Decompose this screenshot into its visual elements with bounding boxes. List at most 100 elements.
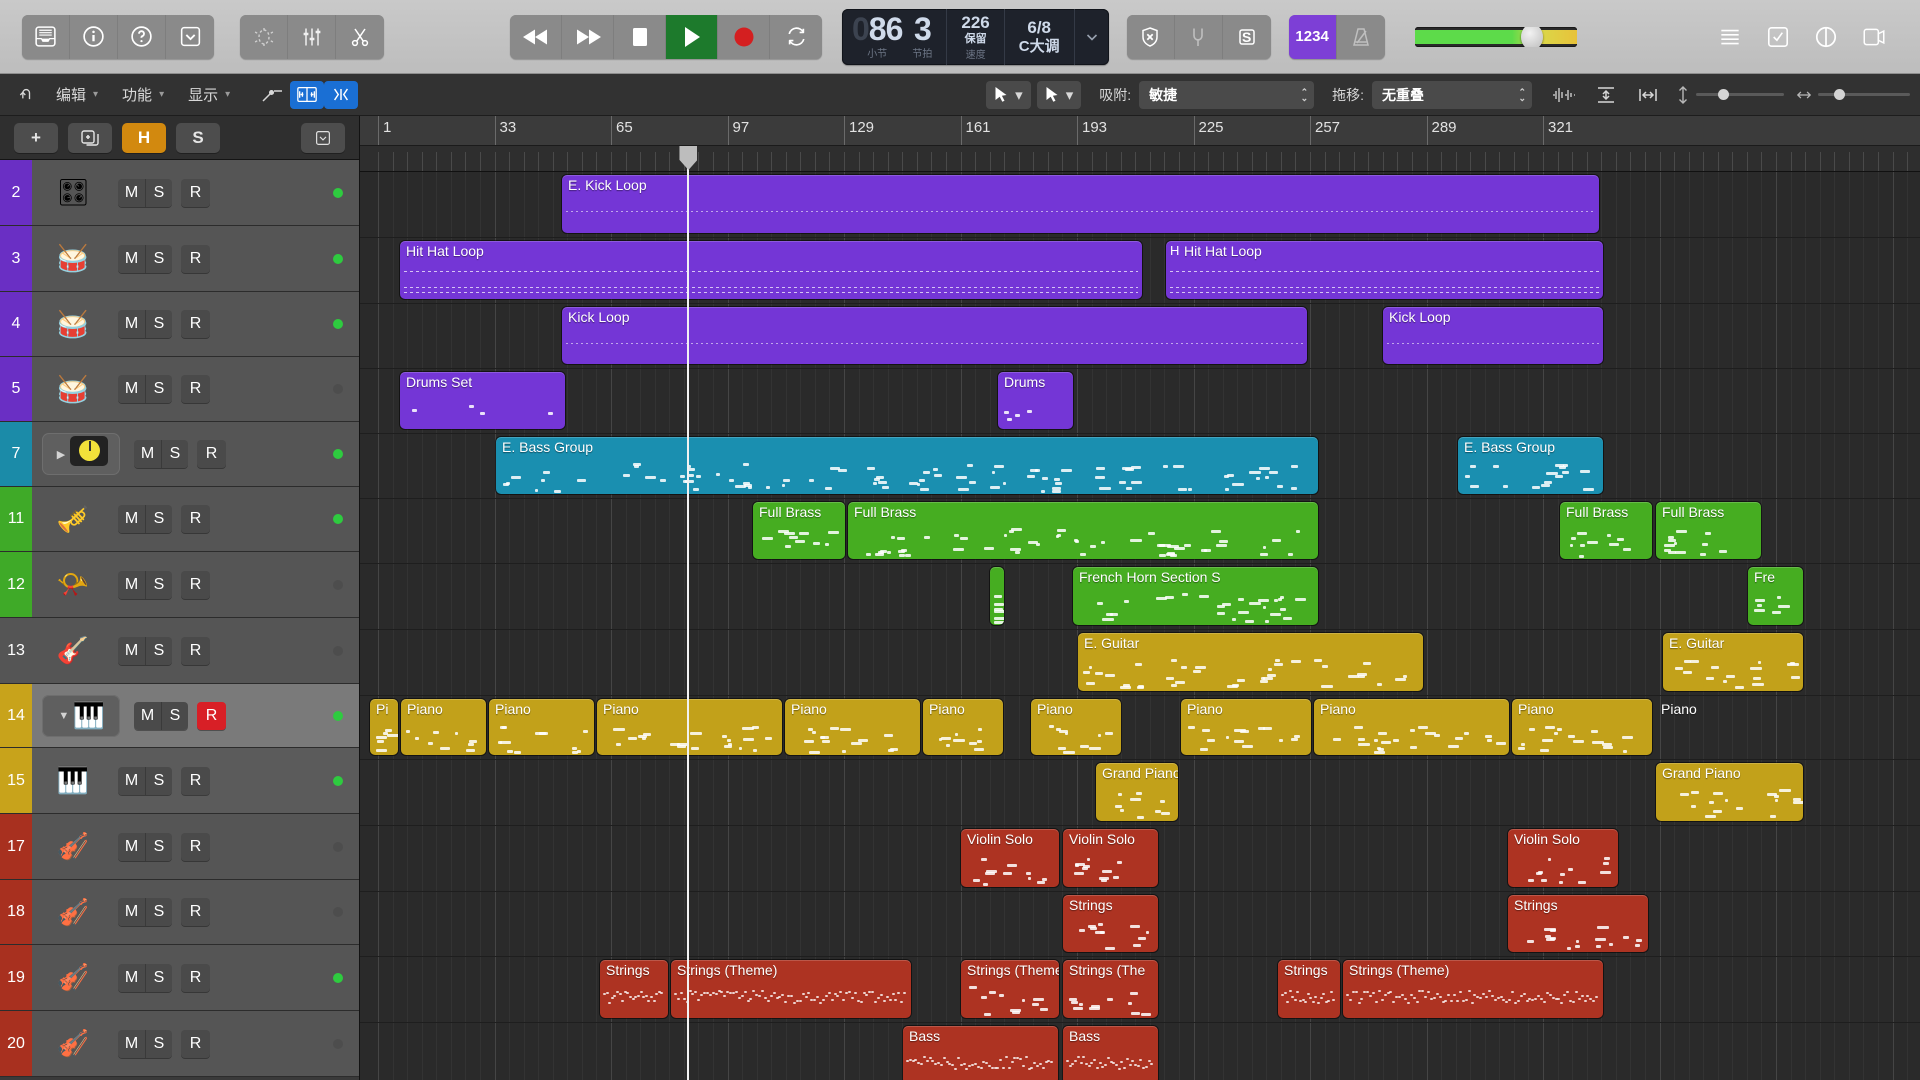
mute-button[interactable]: M [118, 832, 145, 861]
count-in-button[interactable]: 1234 [1288, 14, 1337, 59]
solo-button[interactable]: S [145, 898, 172, 926]
master-volume-track[interactable] [1414, 26, 1577, 47]
lcd-tempo[interactable]: 226 保留 速度 [947, 8, 1005, 65]
track-header-row[interactable]: 15 🎹 M S R [0, 748, 359, 814]
record-enable-button[interactable]: R [181, 832, 210, 861]
region[interactable]: Full Brass [848, 502, 1318, 559]
vertical-zoom-slider[interactable] [1676, 85, 1784, 105]
stop-button[interactable] [614, 14, 666, 59]
track-header-row[interactable]: 17 🎻 M S R [0, 814, 359, 880]
cycle-button[interactable] [770, 14, 822, 59]
flex-icon[interactable] [290, 80, 325, 109]
region[interactable]: Strings (Theme) [961, 960, 1059, 1018]
record-enable-button[interactable]: R [181, 178, 210, 207]
solo-icon[interactable]: S [1222, 14, 1271, 59]
arrow-up-left-icon[interactable] [10, 81, 44, 109]
track-lane[interactable] [360, 369, 1920, 434]
region[interactable]: E. Guitar [1663, 633, 1803, 691]
menu-function[interactable]: 功能 ▾ [110, 80, 176, 110]
info-icon[interactable] [70, 14, 118, 59]
lcd-signature[interactable]: 6/8 C大调 [1005, 8, 1075, 65]
solo-button[interactable]: S [145, 570, 172, 599]
region[interactable]: Grand Piano [1656, 763, 1803, 821]
track-enable-indicator[interactable] [333, 645, 343, 656]
region[interactable]: Bass [903, 1026, 1058, 1080]
record-enable-button[interactable]: R [181, 570, 210, 599]
track-enable-indicator[interactable] [333, 319, 343, 329]
record-enable-button[interactable]: R [181, 1029, 210, 1058]
solo-button[interactable]: S [145, 505, 172, 533]
track-header-row[interactable]: 11 🎺 M S R [0, 487, 359, 552]
tuningfork-icon[interactable] [1174, 14, 1223, 59]
help-icon[interactable] [118, 14, 166, 59]
track-enable-indicator[interactable] [333, 579, 343, 590]
track-enable-indicator[interactable] [333, 449, 343, 459]
track-instrument-icon[interactable]: 🎻 [42, 826, 104, 868]
record-enable-button[interactable]: R [181, 636, 210, 665]
track-instrument-icon[interactable]: 🥁 [42, 368, 104, 410]
track-enable-indicator[interactable] [333, 775, 343, 786]
region[interactable]: Piano [785, 699, 920, 755]
metronome-toggle-icon[interactable] [1336, 14, 1385, 59]
playhead[interactable] [679, 146, 698, 1080]
track-enable-indicator[interactable] [333, 514, 343, 524]
mute-button[interactable]: M [118, 178, 145, 207]
track-enable-indicator[interactable] [333, 187, 343, 198]
menu-edit[interactable]: 编辑 ▾ [44, 80, 110, 110]
master-volume-slider[interactable] [1414, 26, 1577, 47]
region[interactable]: Piano [1181, 699, 1311, 755]
fit-horizontal-icon[interactable] [1630, 81, 1666, 109]
track-header-row[interactable]: 18 🎻 M S R [0, 880, 359, 945]
region[interactable]: Violin Solo [1063, 829, 1158, 887]
region[interactable]: Drums Set [400, 372, 565, 429]
track-config-button[interactable] [301, 122, 345, 153]
track-instrument-icon[interactable]: 🎻 [42, 1023, 104, 1065]
solo-button[interactable]: S [161, 701, 188, 730]
hide-tracks-button[interactable]: H [122, 122, 166, 153]
track-instrument-icon[interactable]: 🎻 [42, 957, 104, 999]
track-instrument-icon[interactable]: 🎛 [42, 172, 104, 214]
region[interactable]: E. Bass Group [496, 437, 1318, 494]
region[interactable]: Full Brass [1560, 502, 1652, 559]
record-enable-button[interactable]: R [181, 963, 210, 992]
region[interactable]: Pi [370, 699, 398, 755]
region[interactable]: Bass [1063, 1026, 1158, 1080]
region[interactable]: Strings [600, 960, 668, 1018]
track-header-row[interactable]: 7 ▶ M S R [0, 422, 359, 487]
loops-icon[interactable] [1802, 15, 1850, 59]
region[interactable]: E. Guitar [1078, 633, 1423, 691]
region[interactable]: Piano [1314, 699, 1509, 755]
pointer-tool[interactable]: ▾ [986, 80, 1031, 109]
region[interactable]: Piano [401, 699, 486, 755]
media-browser-icon[interactable] [1850, 15, 1898, 59]
region[interactable]: Hit Hat Loop H [1166, 241, 1603, 299]
region[interactable]: Piano [1655, 699, 1715, 755]
disclosure-open-icon[interactable]: ▼ [57, 710, 71, 722]
no-latch-icon[interactable] [1126, 14, 1175, 59]
track-enable-indicator[interactable] [333, 841, 343, 852]
record-enable-button[interactable]: R [181, 244, 210, 273]
region[interactable]: Piano [597, 699, 782, 755]
track-header-row[interactable]: 20 🎻 M S R [0, 1011, 359, 1077]
region[interactable]: Piano [923, 699, 1003, 755]
library-icon[interactable] [22, 14, 70, 59]
drag-value-field[interactable]: 无重叠 ⌃ ⌄ [1372, 80, 1532, 109]
menu-display[interactable]: 显示 ▾ [176, 80, 242, 110]
region[interactable]: Strings (Theme) [671, 960, 911, 1018]
region[interactable]: Piano [1031, 699, 1121, 755]
automation-icon[interactable] [256, 81, 290, 109]
lcd-display[interactable]: 086 小节 3 节拍 226 保留 速度 6/8 C大调 [842, 8, 1109, 65]
mute-button[interactable]: M [118, 505, 145, 533]
solo-button[interactable]: S [145, 766, 172, 795]
horizontal-zoom-slider[interactable] [1796, 86, 1910, 104]
region[interactable]: Strings [1278, 960, 1340, 1018]
mute-button[interactable]: M [118, 636, 145, 665]
lcd-position[interactable]: 086 小节 3 节拍 [842, 8, 948, 65]
solo-button[interactable]: S [145, 636, 172, 665]
record-enable-button[interactable]: R [181, 375, 210, 403]
scissors-icon[interactable] [336, 14, 384, 59]
forward-button[interactable] [562, 14, 614, 59]
region[interactable]: Kick Loop [1383, 307, 1603, 364]
record-button[interactable] [718, 14, 770, 59]
lcd-chevron-down-icon[interactable] [1075, 9, 1109, 65]
